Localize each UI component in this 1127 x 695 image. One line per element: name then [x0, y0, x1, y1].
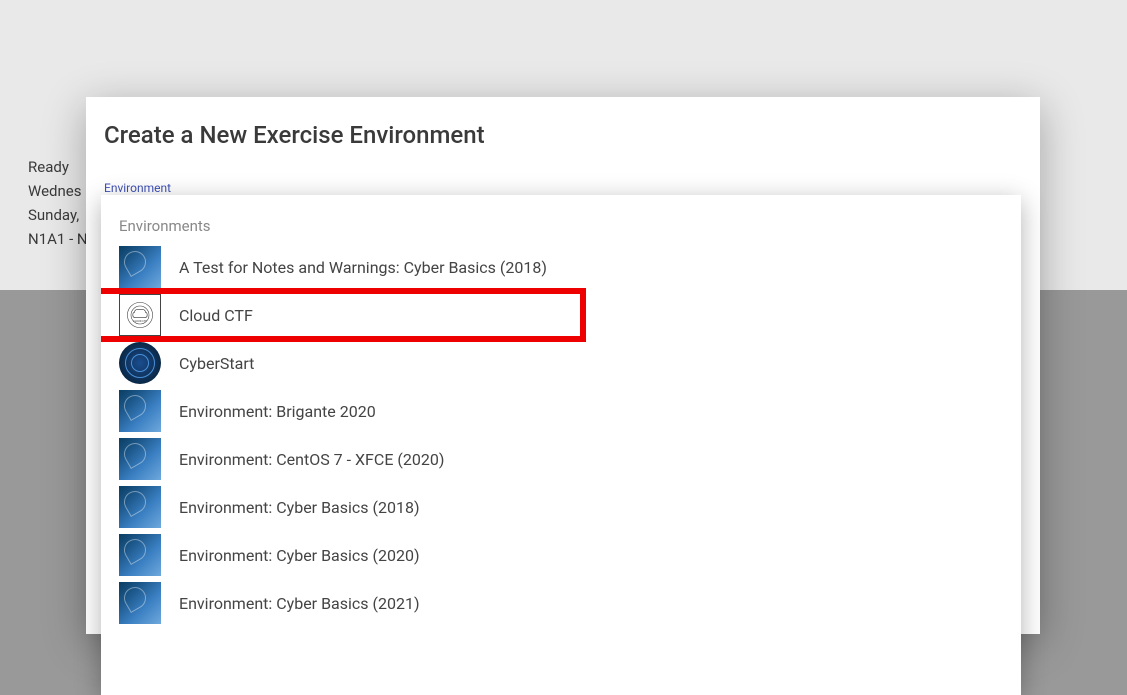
environment-option-label: A Test for Notes and Warnings: Cyber Bas…: [179, 258, 547, 277]
highlight-annotation: [101, 288, 586, 342]
create-environment-modal: Create a New Exercise Environment Enviro…: [86, 97, 1040, 634]
environment-option-label: Environment: CentOS 7 - XFCE (2020): [179, 450, 444, 469]
environment-option[interactable]: Environment: Cyber Basics (2020): [101, 531, 1021, 579]
bg-line: N1A1 - N: [28, 227, 88, 251]
environment-option[interactable]: CyberStart: [101, 339, 1021, 387]
environment-option[interactable]: A Test for Notes and Warnings: Cyber Bas…: [101, 243, 1021, 291]
svg-text:CLOUD CTF: CLOUD CTF: [133, 319, 147, 323]
dropdown-group-header: Environments: [101, 195, 1021, 243]
environment-option-label: Environment: Cyber Basics (2018): [179, 498, 420, 517]
environment-list: A Test for Notes and Warnings: Cyber Bas…: [101, 243, 1021, 627]
environment-option[interactable]: CLOUD CTF Cloud CTF: [101, 291, 1021, 339]
environment-dropdown: Environments A Test for Notes and Warnin…: [101, 195, 1021, 695]
environment-option-label: Environment: Cyber Basics (2020): [179, 546, 420, 565]
environment-option[interactable]: Environment: Cyber Basics (2018): [101, 483, 1021, 531]
environment-option[interactable]: Environment: CentOS 7 - XFCE (2020): [101, 435, 1021, 483]
environment-option-label: Environment: Brigante 2020: [179, 402, 376, 421]
environment-option-label: Environment: Cyber Basics (2021): [179, 594, 420, 613]
kali-thumbnail-icon: [119, 582, 161, 624]
kali-thumbnail-icon: [119, 438, 161, 480]
modal-title: Create a New Exercise Environment: [86, 97, 1040, 149]
environment-option[interactable]: Environment: Cyber Basics (2021): [101, 579, 1021, 627]
kali-thumbnail-icon: [119, 486, 161, 528]
environment-option-label: CyberStart: [179, 354, 254, 373]
environment-field-label: Environment: [104, 181, 171, 195]
environment-option-label: Cloud CTF: [179, 306, 253, 325]
kali-thumbnail-icon: [119, 390, 161, 432]
bg-line: Ready: [28, 155, 88, 179]
kali-thumbnail-icon: [119, 534, 161, 576]
background-text: Ready Wednes Sunday, N1A1 - N: [28, 155, 88, 251]
cyber-thumbnail-icon: [119, 342, 161, 384]
scroll-spacer: [101, 627, 1021, 695]
cloud-thumbnail-icon: CLOUD CTF: [119, 294, 161, 336]
bg-line: Wednes: [28, 179, 88, 203]
bg-line: Sunday,: [28, 203, 88, 227]
environment-dropdown-scroll[interactable]: Environments A Test for Notes and Warnin…: [101, 195, 1021, 695]
kali-thumbnail-icon: [119, 246, 161, 288]
environment-option[interactable]: Environment: Brigante 2020: [101, 387, 1021, 435]
